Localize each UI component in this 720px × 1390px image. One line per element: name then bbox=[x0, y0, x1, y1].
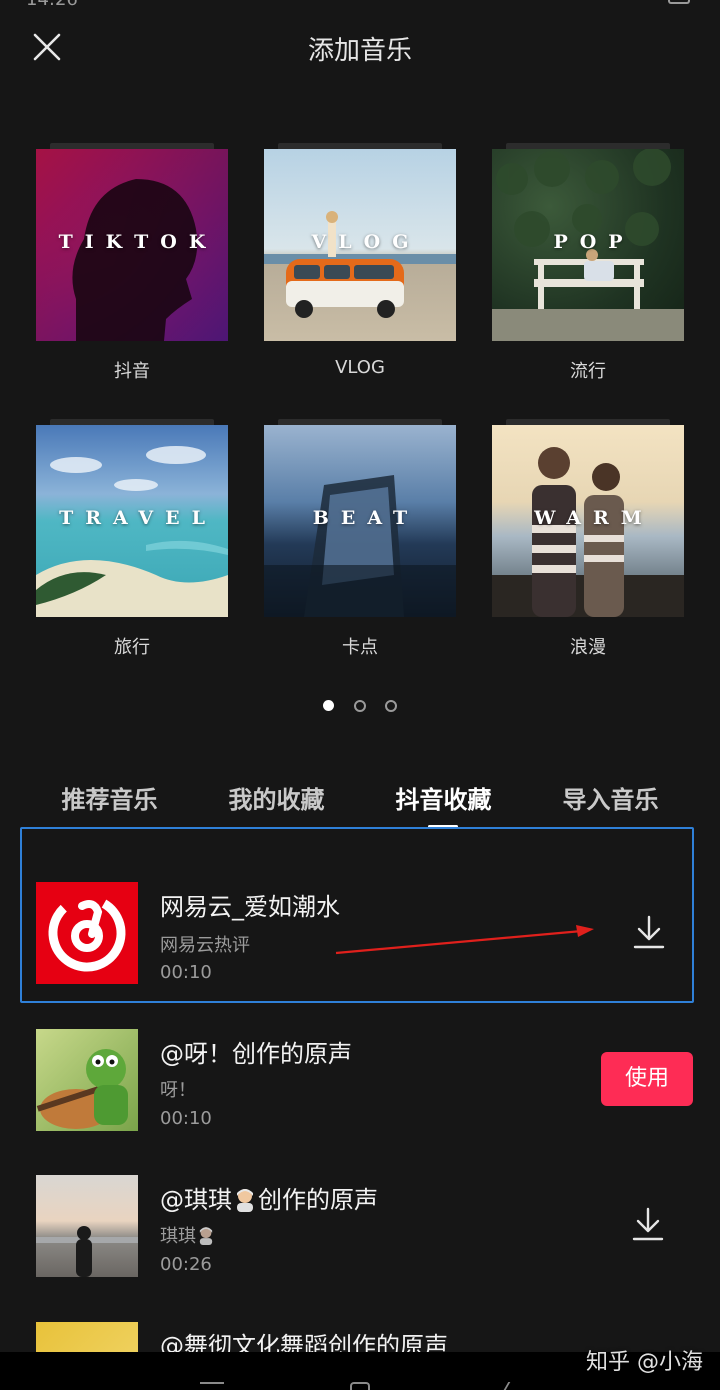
watermark: 知乎 @小海 bbox=[586, 1350, 703, 1375]
status-bar: 14:26 bbox=[0, 0, 720, 10]
track-item[interactable]: @呀！创作的原声 呀！ 00:10 使用 bbox=[0, 1012, 720, 1142]
genre-cover-text: WARM bbox=[534, 507, 654, 529]
track-duration: 00:10 bbox=[160, 962, 212, 983]
genre-cover-text: POP bbox=[553, 231, 635, 253]
tab-douyin-favorites[interactable]: 抖音收藏 bbox=[360, 780, 527, 815]
music-tabs: 推荐音乐 我的收藏 抖音收藏 导入音乐 bbox=[0, 780, 720, 830]
genre-cover-text: TRAVEL bbox=[59, 507, 217, 529]
person-emoji-icon bbox=[237, 1189, 253, 1212]
genre-cover: WARM bbox=[492, 425, 684, 617]
menu-icon[interactable] bbox=[200, 1382, 224, 1390]
tab-import-music[interactable]: 导入音乐 bbox=[527, 780, 694, 815]
genre-label: VLOG bbox=[335, 357, 385, 378]
genre-cover-text: BEAT bbox=[312, 507, 420, 529]
track-title: @琪琪 创作的原声 bbox=[160, 1186, 378, 1214]
page-dot[interactable] bbox=[384, 699, 397, 712]
genre-label: 旅行 bbox=[114, 637, 150, 658]
download-icon bbox=[633, 915, 665, 949]
genre-label: 浪漫 bbox=[570, 637, 606, 658]
genre-cover: VLOG bbox=[264, 149, 456, 341]
track-thumbnail bbox=[36, 1029, 138, 1131]
download-button[interactable] bbox=[631, 1206, 665, 1242]
track-title: @舞彻文化舞蹈创作的原声 bbox=[160, 1332, 448, 1352]
person-emoji-icon bbox=[199, 1227, 213, 1245]
genre-cover-text: TIKTOK bbox=[58, 231, 218, 253]
track-title: @呀！创作的原声 bbox=[160, 1040, 352, 1068]
genre-cover: TIKTOK bbox=[36, 149, 228, 341]
track-artist: 呀！ bbox=[160, 1080, 196, 1101]
header: 添加音乐 bbox=[0, 20, 720, 76]
genre-cover: POP bbox=[492, 149, 684, 341]
genre-cover: BEAT bbox=[264, 425, 456, 617]
download-button[interactable] bbox=[632, 914, 666, 950]
page-title: 添加音乐 bbox=[307, 36, 412, 66]
download-icon bbox=[632, 1207, 664, 1241]
track-artist: 琪琪 bbox=[160, 1222, 216, 1248]
genre-cover-text: VLOG bbox=[311, 231, 421, 253]
page-indicator bbox=[0, 695, 720, 712]
home-icon[interactable] bbox=[350, 1382, 370, 1390]
use-button[interactable]: 使用 bbox=[601, 1052, 693, 1106]
track-duration: 00:10 bbox=[160, 1108, 212, 1129]
track-thumbnail bbox=[36, 1175, 138, 1277]
track-duration: 00:26 bbox=[160, 1254, 212, 1275]
genre-cover: TRAVEL bbox=[36, 425, 228, 617]
track-item[interactable]: @琪琪 创作的原声 琪琪 00:26 bbox=[0, 1158, 720, 1288]
netease-logo-icon bbox=[36, 882, 138, 984]
genre-label: 卡点 bbox=[342, 637, 378, 658]
track-thumbnail bbox=[36, 1322, 138, 1352]
tab-favorites[interactable]: 我的收藏 bbox=[193, 780, 360, 815]
page-dot[interactable] bbox=[353, 699, 366, 712]
status-time: 14:26 bbox=[26, 0, 78, 10]
genre-label: 抖音 bbox=[114, 361, 150, 382]
track-artist: 网易云热评 bbox=[160, 935, 250, 956]
page-dot-active[interactable] bbox=[323, 700, 335, 711]
track-title: 网易云_爱如潮水 bbox=[160, 893, 340, 921]
annotation-arrow bbox=[335, 925, 594, 955]
track-item-selected[interactable]: 网易云_爱如潮水 网易云热评 00:10 bbox=[20, 827, 694, 1003]
genre-label: 流行 bbox=[570, 361, 606, 382]
back-icon[interactable] bbox=[503, 1382, 523, 1390]
tab-recommended[interactable]: 推荐音乐 bbox=[26, 780, 193, 815]
battery-icon bbox=[668, 0, 690, 4]
